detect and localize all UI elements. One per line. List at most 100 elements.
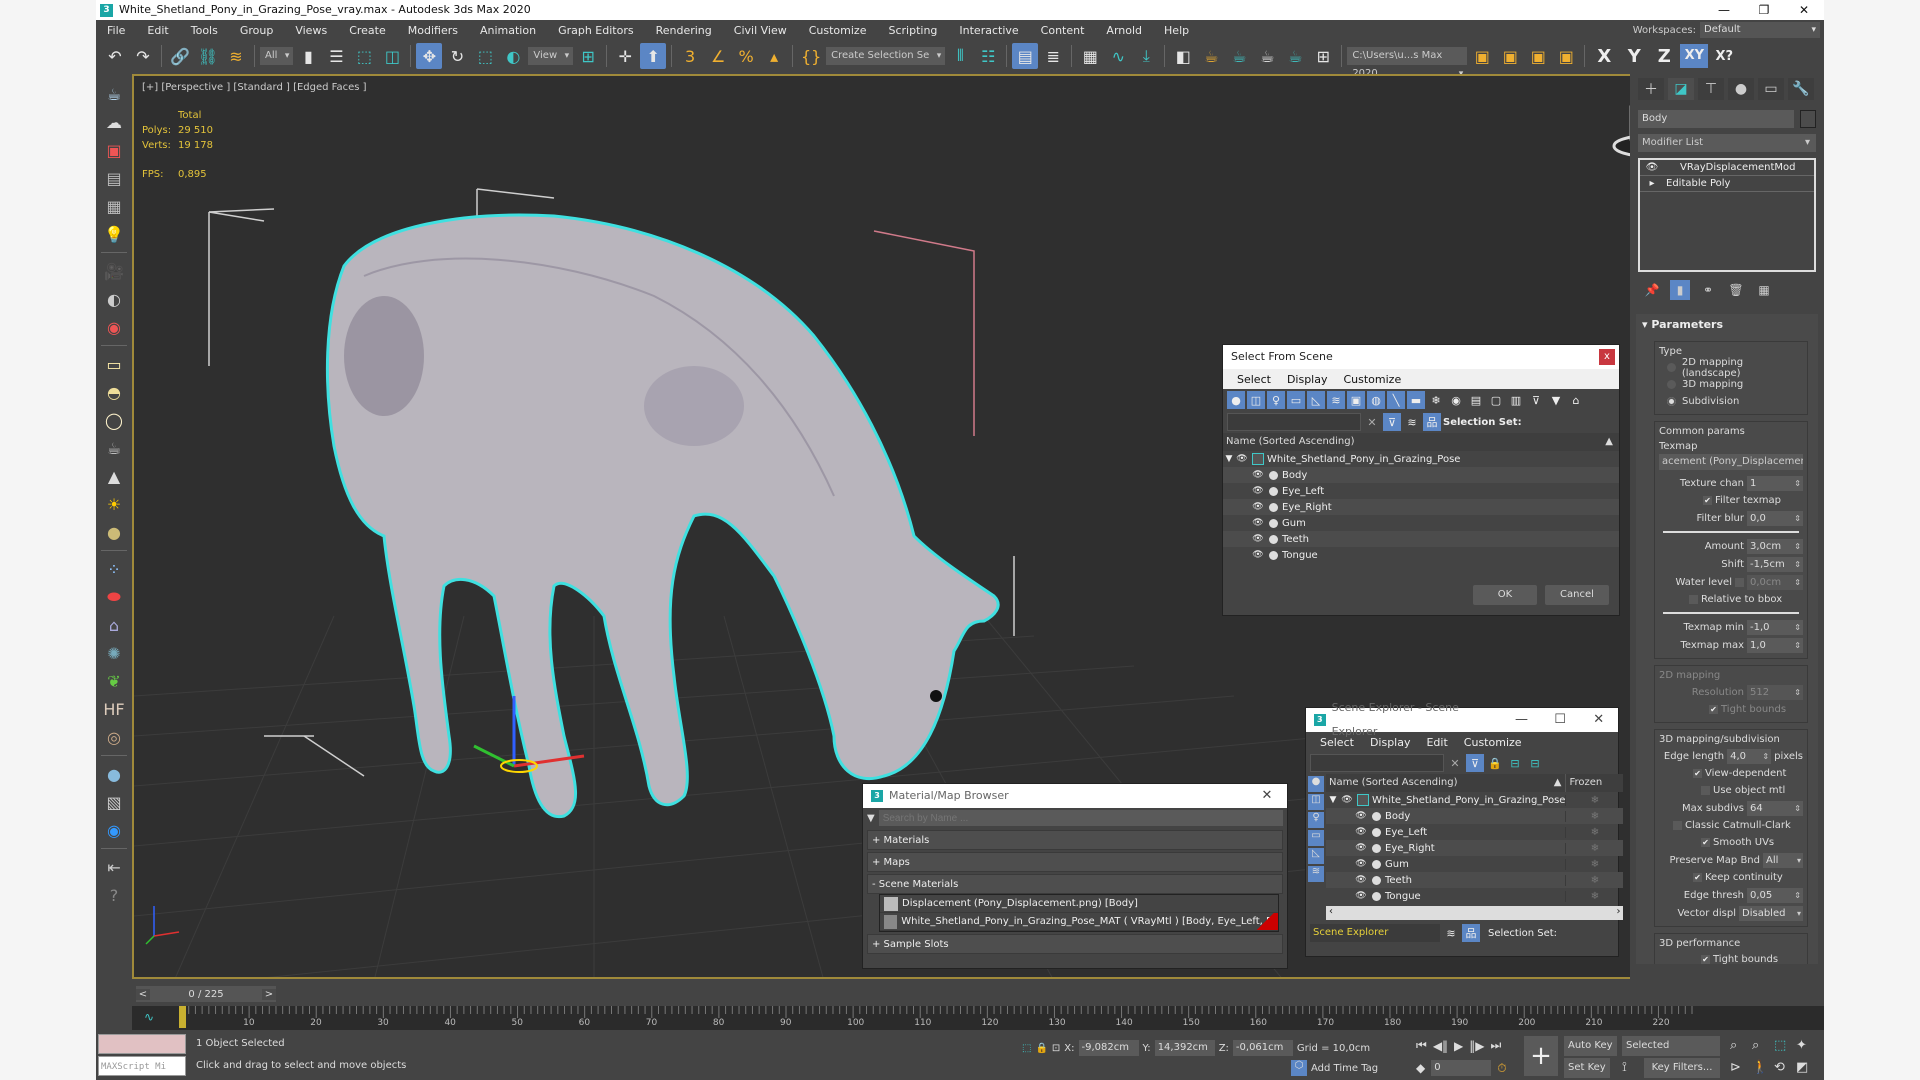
stack-item-vray-displacement[interactable]: 👁 VRayDisplacementMod [1640, 160, 1814, 176]
key-mode-icon[interactable]: ◆ [1416, 1061, 1425, 1075]
collapse-arrow-icon[interactable]: ▼ [1326, 795, 1340, 805]
tree-row[interactable]: 👁 Gum [1223, 515, 1619, 531]
eye-icon[interactable]: 👁 [1251, 470, 1265, 480]
plane-grid-icon[interactable]: ⌂ [102, 613, 126, 637]
sphere-light-icon[interactable]: ◯ [102, 408, 126, 432]
edit-named-sets-icon[interactable]: {} [798, 43, 824, 69]
maximize-button[interactable]: ❐ [1744, 0, 1784, 20]
maximize-button[interactable]: ☐ [1541, 708, 1580, 732]
pin-stack-icon[interactable]: 📌 [1642, 280, 1662, 300]
groups-filter-icon[interactable]: ▣ [1347, 391, 1365, 409]
frozen-icon[interactable]: ❄ [1565, 890, 1623, 902]
volume-icon[interactable]: ✺ [102, 641, 126, 665]
scene-material-item[interactable]: Displacement (Pony_Displacement.png) [Bo… [880, 895, 1278, 913]
select-move-icon[interactable]: ✥ [416, 43, 443, 69]
menu-content[interactable]: Content [1030, 24, 1096, 37]
close-button[interactable]: ✕ [1784, 0, 1824, 20]
menu-customize[interactable]: Customize [798, 24, 878, 37]
hierarchy-tab-icon[interactable]: ⊤ [1698, 78, 1724, 100]
amount-spinner[interactable]: 3,0cm [1747, 538, 1803, 554]
filter-off-icon[interactable]: ⊽ [1527, 391, 1545, 409]
select-by-name-icon[interactable]: ☰ [323, 43, 349, 69]
redo-icon[interactable]: ↷ [130, 43, 156, 69]
grass-icon[interactable]: ❦ [102, 669, 126, 693]
zoom-extents-all-icon[interactable]: ✦ [1796, 1038, 1807, 1053]
hierarchy-icon[interactable]: 品 [1462, 924, 1480, 942]
helpers-filter-icon[interactable]: ◺ [1307, 391, 1325, 409]
next-frame-arrow[interactable]: > [262, 988, 276, 1000]
edge-thresh-spinner[interactable]: 0,05 [1747, 887, 1803, 903]
smooth-uvs-checkbox[interactable]: ✔ [1701, 838, 1710, 847]
menu-modifiers[interactable]: Modifiers [397, 24, 469, 37]
motion-tab-icon[interactable]: ● [1728, 78, 1754, 100]
sun-icon[interactable]: ☀ [102, 492, 126, 516]
tree-row[interactable]: 👁 Body ❄ [1326, 808, 1624, 824]
tight-bounds-2d-checkbox[interactable]: ✔ [1709, 705, 1718, 714]
light-icon[interactable]: 💡 [102, 222, 126, 246]
select-object-icon[interactable]: ▮ [295, 43, 321, 69]
snaps-toggle-icon[interactable]: 3 [677, 43, 703, 69]
zoom-all-icon[interactable]: ⌕ [1752, 1038, 1759, 1053]
prev-frame-arrow[interactable]: < [136, 988, 150, 1000]
workspace-dropdown[interactable]: Default [1700, 22, 1820, 38]
undo-icon[interactable]: ↶ [102, 43, 128, 69]
lock-selection-icon[interactable]: 🔒 [1035, 1043, 1047, 1054]
schematic-view-icon[interactable]: ⤓ [1133, 43, 1159, 69]
cameras-filter-icon[interactable]: ▭ [1287, 391, 1305, 409]
expand-all-icon[interactable]: ⊟ [1506, 754, 1524, 772]
prev-key-icon[interactable]: ◀‖ [1433, 1039, 1448, 1053]
mesh-light-icon[interactable]: ☕ [102, 436, 126, 460]
project-more-icon[interactable]: ▣ [1553, 43, 1579, 69]
maximize-viewport-icon[interactable]: ◩ [1796, 1060, 1808, 1075]
frozen-icon[interactable]: ❄ [1565, 874, 1623, 886]
frozen-column-header[interactable]: Frozen [1565, 774, 1623, 792]
eye-icon[interactable]: 👁 [1251, 534, 1265, 544]
clear-search-icon[interactable]: ✕ [1363, 413, 1381, 431]
edge-length-spinner[interactable]: 4,0 [1727, 748, 1772, 764]
walk-through-icon[interactable]: 🚶 [1752, 1060, 1768, 1075]
explorer-name-dropdown[interactable]: Scene Explorer [1310, 924, 1440, 942]
vr-camera-icon[interactable]: ◉ [102, 315, 126, 339]
tree-row[interactable]: 👁 Eye_Right [1223, 499, 1619, 515]
cancel-button[interactable]: Cancel [1545, 585, 1609, 605]
tree-row[interactable]: 👁 Tongue ❄ [1326, 888, 1623, 904]
menu-file[interactable]: File [96, 24, 136, 37]
layers-icon[interactable]: ≋ [1442, 924, 1460, 942]
play-icon[interactable]: ▶ [1454, 1039, 1463, 1053]
eye-icon[interactable]: 👁 [1251, 550, 1265, 560]
lights-filter-icon[interactable]: ♀ [1267, 391, 1285, 409]
ies-light-icon[interactable]: ▲ [102, 464, 126, 488]
clear-search-icon[interactable]: ✕ [1446, 754, 1464, 772]
layers-icon[interactable]: ≋ [1403, 413, 1421, 431]
camera-icon[interactable]: 🎥 [102, 259, 126, 283]
project-tools-icon[interactable]: ▣ [1525, 43, 1551, 69]
key-mode-dropdown[interactable]: Selected [1622, 1036, 1720, 1056]
pivot-center-icon[interactable]: ⊞ [575, 43, 601, 69]
menu-group[interactable]: Group [229, 24, 285, 37]
time-tag-icon[interactable]: ⬡ [1291, 1060, 1307, 1076]
search-input[interactable] [1310, 754, 1444, 772]
proxy-icon[interactable]: ⬬ [102, 585, 126, 609]
close-button[interactable]: ✕ [1247, 784, 1287, 808]
scene-materials-section[interactable]: - Scene Materials [867, 874, 1283, 894]
lights-filter-icon[interactable]: ♀ [1308, 812, 1324, 828]
scroll-right-icon[interactable]: › [1616, 906, 1620, 920]
tight-bounds-checkbox[interactable]: ✔ [1701, 955, 1710, 964]
maps-section[interactable]: + Maps [867, 852, 1283, 872]
geometry-filter-icon[interactable]: ● [1227, 391, 1245, 409]
use-object-mtl-checkbox[interactable] [1701, 786, 1710, 795]
menu-scripting[interactable]: Scripting [877, 24, 948, 37]
render-production-icon[interactable]: ☕ [1254, 43, 1280, 69]
filter-texmap-checkbox[interactable]: ✔ [1703, 496, 1712, 505]
menu-help[interactable]: Help [1153, 24, 1200, 37]
axis-x-button[interactable]: X [1590, 46, 1618, 67]
preserve-map-dropdown[interactable]: All [1763, 852, 1803, 868]
ornatrix-icon[interactable]: ◎ [102, 725, 126, 749]
window-crossing-icon[interactable]: ◫ [379, 43, 405, 69]
render-cloud-icon[interactable]: ☕ [1282, 43, 1308, 69]
viewport-label[interactable]: [+] [Perspective ] [Standard ] [Edged Fa… [142, 82, 367, 93]
texture-chan-spinner[interactable]: 1 [1747, 475, 1803, 491]
minimize-button[interactable]: — [1502, 708, 1541, 732]
eye-icon[interactable]: 👁 [1251, 486, 1265, 496]
render-setup-icon[interactable]: ☕ [1198, 43, 1224, 69]
